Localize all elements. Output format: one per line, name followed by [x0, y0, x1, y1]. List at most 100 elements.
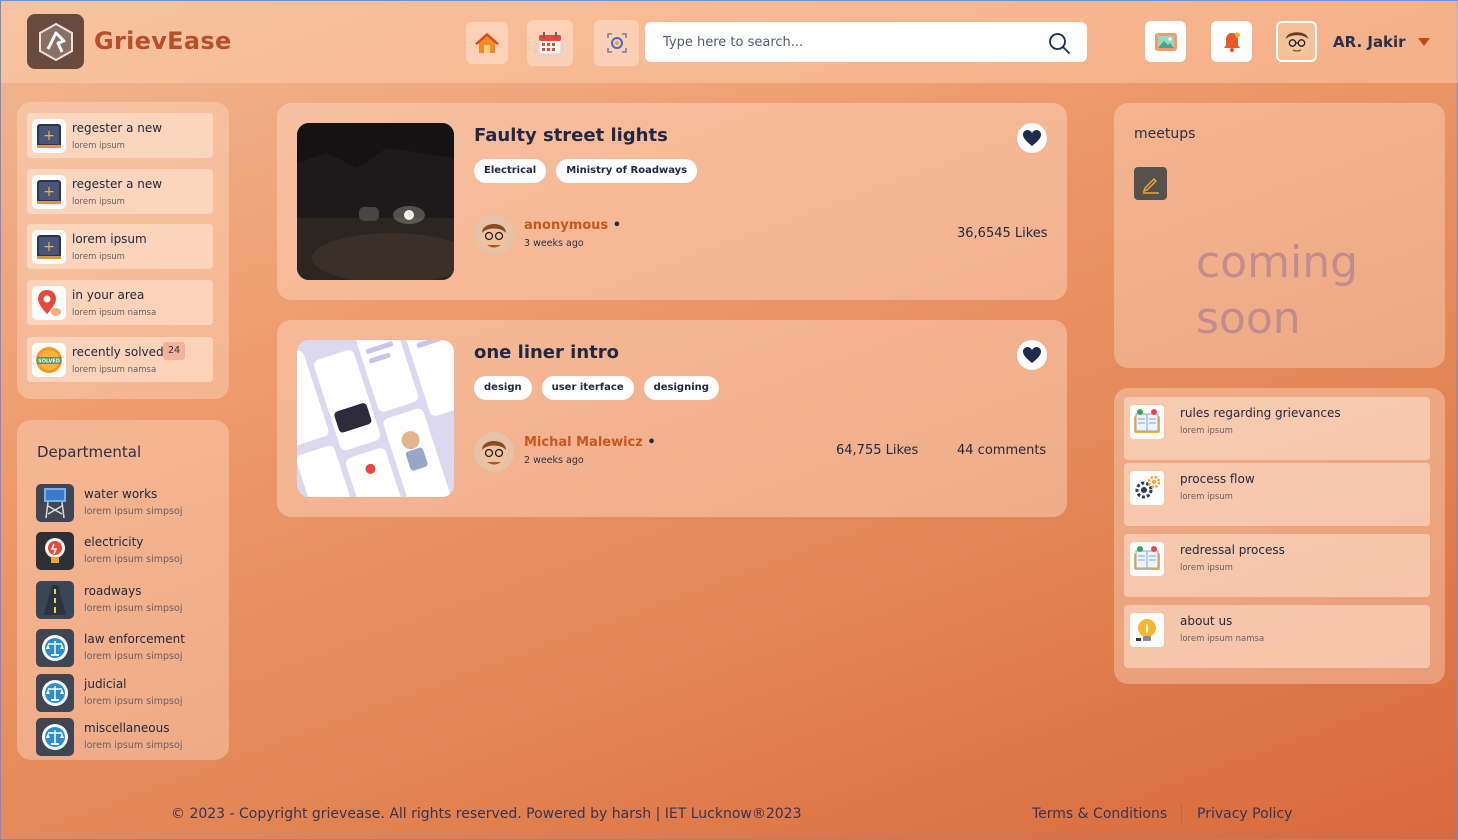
author-avatar[interactable]	[474, 432, 514, 472]
like-button[interactable]	[1017, 123, 1047, 153]
post-tag[interactable]: designing	[643, 376, 719, 400]
post-tag[interactable]: user iterface	[541, 376, 634, 400]
post-title[interactable]: one liner intro	[474, 342, 619, 363]
dept-subtitle: lorem ipsum simpsoj	[84, 696, 183, 707]
dept-item-miscellaneous[interactable]: miscellaneous lorem ipsum simpsoj	[36, 718, 226, 758]
avatar-face-icon	[481, 441, 507, 467]
dept-title: water works	[84, 487, 158, 501]
edit-meetup-button[interactable]	[1134, 167, 1167, 200]
search-input[interactable]	[663, 31, 1033, 53]
post-tags: Electrical Ministry of Roadways	[474, 159, 698, 183]
heart-icon	[1023, 347, 1041, 363]
dept-title: electricity	[84, 535, 144, 549]
road-icon	[36, 581, 74, 619]
quick-action-subtitle: lorem ipsum namsa	[72, 308, 157, 318]
dept-title: judicial	[84, 677, 127, 691]
dept-title: roadways	[84, 584, 142, 598]
app-logo[interactable]	[27, 14, 84, 69]
footer-divider	[1181, 803, 1182, 825]
post-image[interactable]	[297, 123, 454, 280]
solved-count-badge: 24	[163, 342, 185, 360]
home-button[interactable]	[466, 22, 508, 64]
post-tags: design user iterface designing	[474, 376, 719, 400]
post-author[interactable]: anonymous •	[524, 218, 621, 233]
gears-icon	[1130, 471, 1164, 505]
quick-action-lorem[interactable]: + lorem ipsum lorem ipsum	[27, 224, 213, 269]
resource-rules[interactable]: rules regarding grievances lorem ipsum	[1124, 397, 1430, 460]
meetups-panel: meetups coming soon	[1114, 103, 1445, 368]
map-pin-icon	[32, 286, 66, 320]
privacy-link[interactable]: Privacy Policy	[1197, 806, 1292, 822]
quick-action-title: in your area	[72, 288, 145, 302]
gallery-button[interactable]	[1145, 21, 1186, 62]
author-name[interactable]: Michal Malewicz	[524, 435, 643, 450]
quick-action-title: recently solved	[72, 345, 164, 359]
departmental-panel: Departmental water works lorem ipsum sim…	[17, 420, 229, 760]
resource-title: about us	[1180, 614, 1233, 628]
quick-action-recently-solved[interactable]: SOLVED recently solved lorem ipsum namsa…	[27, 337, 213, 382]
dept-title: law enforcement	[84, 632, 185, 646]
water-tower-icon	[36, 484, 74, 522]
dept-subtitle: lorem ipsum simpsoj	[84, 603, 183, 614]
dept-subtitle: lorem ipsum simpsoj	[84, 740, 183, 751]
dept-item-law-enforcement[interactable]: law enforcement lorem ipsum simpsoj	[36, 629, 226, 669]
dept-item-judicial[interactable]: judicial lorem ipsum simpsoj	[36, 674, 226, 714]
settings-button[interactable]	[594, 20, 639, 66]
user-avatar[interactable]	[1276, 21, 1317, 62]
user-menu-chevron-down-icon[interactable]	[1418, 38, 1430, 46]
resource-about-us[interactable]: i about us lorem ipsum namsa	[1124, 605, 1430, 668]
like-button[interactable]	[1017, 340, 1047, 370]
scales-icon	[36, 674, 74, 712]
author-name[interactable]: anonymous	[524, 218, 608, 233]
post-comments[interactable]: 44 comments	[957, 443, 1046, 458]
scales-icon	[36, 629, 74, 667]
coming-line: coming	[1196, 237, 1359, 288]
author-avatar[interactable]	[474, 215, 514, 255]
search-icon[interactable]	[1047, 31, 1071, 59]
quick-action-register-2[interactable]: + regester a new lorem ipsum	[27, 169, 213, 214]
dept-item-water-works[interactable]: water works lorem ipsum simpsoj	[36, 484, 226, 524]
dept-item-electricity[interactable]: electricity lorem ipsum simpsoj	[36, 532, 226, 572]
dept-item-roadways[interactable]: roadways lorem ipsum simpsoj	[36, 581, 226, 621]
resource-subtitle: lorem ipsum	[1180, 563, 1233, 573]
calendar-button[interactable]	[527, 20, 573, 66]
solved-stamp-icon: SOLVED	[32, 343, 66, 377]
info-bulb-icon: i	[1130, 613, 1164, 647]
dept-title: miscellaneous	[84, 721, 170, 735]
soon-line: soon	[1196, 293, 1301, 344]
post-tag[interactable]: Ministry of Roadways	[556, 159, 698, 183]
image-gallery-icon	[1154, 32, 1177, 51]
svg-text:SOLVED: SOLVED	[38, 359, 60, 365]
scales-icon	[36, 718, 74, 756]
post-likes: 36,6545 Likes	[957, 226, 1048, 241]
resource-redressal-process[interactable]: redressal process lorem ipsum	[1124, 534, 1430, 597]
notifications-button[interactable]	[1211, 21, 1252, 62]
post-likes: 64,755 Likes	[836, 443, 919, 458]
footer-copyright: © 2023 - Copyright grievease. All rights…	[171, 806, 802, 822]
resource-process-flow[interactable]: process flow lorem ipsum	[1124, 463, 1430, 526]
post-title[interactable]: Faulty street lights	[474, 125, 668, 146]
svg-text:+: +	[43, 239, 55, 255]
resource-subtitle: lorem ipsum namsa	[1180, 634, 1265, 644]
post-tag[interactable]: Electrical	[474, 159, 547, 183]
post-card[interactable]: Faulty street lights Electrical Ministry…	[277, 103, 1067, 300]
resource-title: process flow	[1180, 472, 1255, 486]
plus-icon: +	[32, 230, 66, 264]
quick-action-register-1[interactable]: + regester a new lorem ipsum	[27, 113, 213, 158]
post-image[interactable]	[297, 340, 454, 497]
quick-action-in-your-area[interactable]: in your area lorem ipsum namsa	[27, 280, 213, 325]
post-card[interactable]: one liner intro design user iterface des…	[277, 320, 1067, 517]
terms-link[interactable]: Terms & Conditions	[1032, 806, 1167, 822]
departmental-title: Departmental	[37, 443, 142, 461]
post-tag[interactable]: design	[474, 376, 532, 400]
user-name[interactable]: AR. Jakir	[1333, 33, 1406, 51]
focus-gear-icon	[606, 33, 627, 53]
post-time: 2 weeks ago	[524, 455, 584, 466]
quick-action-subtitle: lorem ipsum	[72, 197, 125, 207]
book-icon	[1130, 405, 1164, 439]
dept-subtitle: lorem ipsum simpsoj	[84, 554, 183, 565]
svg-text:+: +	[43, 184, 55, 200]
dot-separator: •	[647, 435, 656, 450]
post-author[interactable]: Michal Malewicz •	[524, 435, 656, 450]
meetups-title: meetups	[1134, 126, 1196, 142]
